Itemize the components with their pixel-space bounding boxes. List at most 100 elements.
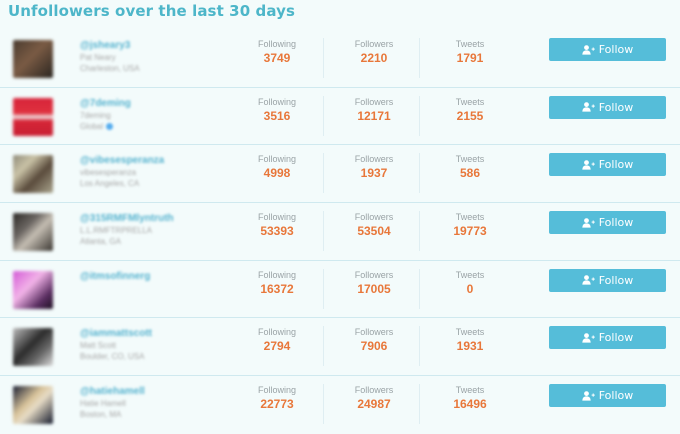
following-count: 3516 — [263, 108, 291, 123]
user-info: @hatiehamell Hatie Hamell Boston, MA — [80, 386, 230, 421]
user-location: Boston, MA — [80, 410, 122, 420]
tweets-stat: Tweets 1931 — [419, 326, 520, 367]
follow-button[interactable]: Follow — [549, 268, 666, 292]
user-location: Los Angeles, CA — [80, 179, 140, 189]
followers-stat: Followers 1937 — [323, 153, 424, 194]
following-stat: Following 4998 — [227, 153, 327, 193]
add-user-icon — [582, 333, 595, 343]
following-count: 2794 — [263, 339, 291, 354]
add-user-icon — [582, 217, 595, 228]
user-name: 7deming — [80, 110, 111, 120]
follow-button-label: Follow — [598, 216, 634, 230]
user-name — [80, 284, 230, 295]
user-handle[interactable]: @315RMFMlyntruth — [80, 213, 230, 226]
list-item: @hatiehamell Hatie Hamell Boston, MA Fol… — [0, 376, 680, 434]
tweets-count: 0 — [466, 281, 474, 296]
followers-label: Followers — [354, 212, 394, 223]
followers-count: 1937 — [360, 166, 388, 181]
followers-count: 12171 — [357, 108, 391, 123]
add-user-icon — [582, 102, 595, 112]
following-stat: Following 3749 — [227, 38, 327, 78]
avatar[interactable] — [13, 213, 53, 252]
follow-button-label: Follow — [598, 43, 634, 56]
followers-count: 24987 — [357, 397, 391, 412]
following-stat: Following 16372 — [227, 269, 327, 309]
user-location: Atlanta, GA — [80, 237, 121, 247]
list-item: @iammattscott Matt Scott Boulder, CO, US… — [0, 318, 680, 377]
following-label: Following — [257, 269, 297, 280]
tweets-count: 586 — [459, 166, 481, 181]
tweets-stat: Tweets 19773 — [419, 211, 520, 252]
followers-label: Followers — [354, 269, 394, 280]
user-handle[interactable]: @vibesesperanza — [80, 155, 230, 168]
tweets-label: Tweets — [455, 327, 485, 338]
user-handle[interactable]: @iammattscott — [80, 328, 230, 341]
tweets-count: 2155 — [456, 108, 484, 123]
following-stat: Following 3516 — [227, 96, 327, 136]
following-label: Following — [257, 39, 297, 49]
user-handle[interactable]: @7deming — [80, 98, 230, 111]
list-item: @7deming 7deming Global Following 3516 F… — [0, 88, 680, 146]
tweets-stat: Tweets 16496 — [419, 384, 520, 425]
tweets-count: 16496 — [453, 397, 487, 412]
follow-button[interactable]: Follow — [549, 326, 666, 350]
follow-button-label: Follow — [598, 331, 634, 345]
user-info: @315RMFMlyntruth L.L.RMFTRPRELLA Atlanta… — [80, 213, 230, 248]
followers-stat: Followers 2210 — [323, 38, 424, 78]
user-info: @vibesesperanza vibesesperanza Los Angel… — [80, 155, 230, 190]
user-location: Global — [80, 122, 230, 133]
tweets-count: 1791 — [456, 51, 484, 65]
user-name: Hatie Hamell — [80, 399, 126, 409]
avatar[interactable] — [13, 328, 53, 367]
user-name: Pat Neary — [80, 53, 116, 62]
tweets-stat: Tweets 0 — [419, 268, 520, 309]
user-handle[interactable]: @jsheary3 — [80, 40, 230, 53]
follow-button[interactable]: Follow — [549, 211, 666, 235]
follow-button-label: Follow — [598, 100, 634, 114]
followers-count: 2210 — [360, 51, 388, 65]
avatar[interactable] — [13, 155, 53, 194]
unfollowers-list: @jsheary3 Pat Neary Charleston, USA Foll… — [0, 30, 680, 434]
list-item: @vibesesperanza vibesesperanza Los Angel… — [0, 145, 680, 204]
list-item: @315RMFMlyntruth L.L.RMFTRPRELLA Atlanta… — [0, 203, 680, 261]
followers-stat: Followers 53504 — [323, 211, 424, 252]
user-location: Charleston, USA — [80, 64, 140, 73]
follow-button[interactable]: Follow — [549, 384, 666, 408]
followers-stat: Followers 7906 — [323, 326, 424, 367]
user-name: L.L.RMFTRPRELLA — [80, 226, 153, 236]
tweets-count: 1931 — [456, 339, 484, 354]
add-user-icon — [582, 390, 595, 401]
following-count: 3749 — [263, 51, 291, 65]
tweets-stat: Tweets 1791 — [419, 38, 520, 78]
avatar[interactable] — [13, 270, 53, 309]
tweets-label: Tweets — [455, 385, 485, 396]
followers-label: Followers — [354, 154, 394, 165]
tweets-label: Tweets — [455, 154, 485, 165]
tweets-count: 19773 — [453, 224, 487, 239]
add-user-icon — [582, 160, 595, 170]
avatar[interactable] — [13, 386, 53, 425]
follow-button[interactable]: Follow — [549, 95, 666, 119]
following-stat: Following 53393 — [227, 211, 327, 251]
globe-icon — [106, 122, 114, 130]
avatar[interactable] — [13, 97, 53, 136]
following-label: Following — [257, 96, 297, 107]
followers-stat: Followers 17005 — [323, 268, 424, 309]
user-handle[interactable]: @hatiehamell — [80, 386, 230, 399]
follow-button[interactable]: Follow — [549, 153, 666, 177]
followers-stat: Followers 12171 — [323, 95, 424, 136]
following-count: 4998 — [263, 166, 291, 181]
user-location: Boulder, CO, USA — [80, 352, 145, 362]
avatar[interactable] — [13, 40, 53, 78]
followers-count: 7906 — [360, 339, 388, 354]
followers-count: 17005 — [357, 281, 391, 296]
follow-button-label: Follow — [598, 389, 634, 403]
tweets-label: Tweets — [455, 96, 485, 107]
follow-button[interactable]: Follow — [549, 38, 666, 61]
user-name: Matt Scott — [80, 341, 117, 351]
user-handle[interactable]: @itmsofinnerg — [80, 271, 230, 284]
user-info: @itmsofinnerg — [80, 271, 230, 306]
following-count: 16372 — [260, 281, 294, 296]
follow-button-label: Follow — [598, 158, 634, 172]
add-user-icon — [582, 44, 595, 55]
